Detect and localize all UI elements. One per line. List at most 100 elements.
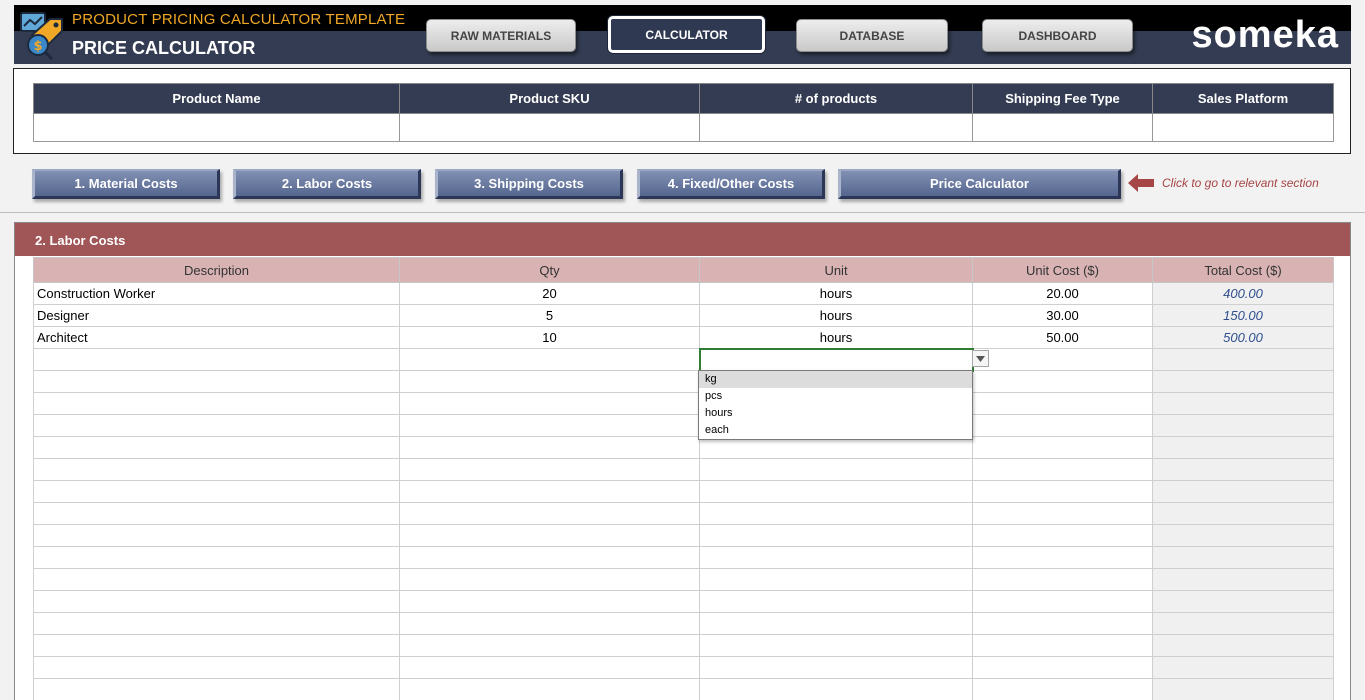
unit-cost-cell[interactable] xyxy=(972,370,1153,393)
total-cost-cell xyxy=(1152,524,1334,547)
unit-cell[interactable] xyxy=(699,502,973,525)
qty-cell[interactable] xyxy=(399,524,700,547)
unit-cost-cell[interactable] xyxy=(972,458,1153,481)
shipping-fee-type-cell[interactable] xyxy=(972,113,1153,142)
fixed-other-costs-button[interactable]: 4. Fixed/Other Costs xyxy=(637,169,825,199)
unit-option-kg[interactable]: kg xyxy=(699,371,972,388)
description-cell[interactable] xyxy=(33,634,400,657)
unit-cell[interactable] xyxy=(699,458,973,481)
description-cell[interactable] xyxy=(33,392,400,415)
table-row xyxy=(33,347,1334,372)
qty-cell[interactable] xyxy=(399,546,700,569)
unit-cell[interactable] xyxy=(699,634,973,657)
description-cell[interactable] xyxy=(33,612,400,635)
unit-cost-cell[interactable] xyxy=(972,612,1153,635)
unit-cell[interactable] xyxy=(699,480,973,503)
unit-cost-cell[interactable] xyxy=(972,546,1153,569)
description-cell[interactable] xyxy=(33,414,400,437)
unit-cost-cell[interactable]: 20.00 xyxy=(972,282,1153,305)
qty-cell[interactable]: 5 xyxy=(399,304,700,327)
labor-costs-button[interactable]: 2. Labor Costs xyxy=(233,169,421,199)
qty-cell[interactable] xyxy=(399,656,700,679)
unit-option-hours[interactable]: hours xyxy=(699,405,972,422)
unit-cost-cell[interactable]: 50.00 xyxy=(972,326,1153,349)
description-cell[interactable]: Architect xyxy=(33,326,400,349)
unit-cost-cell[interactable] xyxy=(972,524,1153,547)
total-cost-cell xyxy=(1152,546,1334,569)
unit-cell[interactable] xyxy=(699,546,973,569)
nav-database-button[interactable]: DATABASE xyxy=(796,19,948,52)
unit-option-pcs[interactable]: pcs xyxy=(699,388,972,405)
unit-cell[interactable] xyxy=(699,678,973,700)
unit-cost-cell[interactable] xyxy=(972,568,1153,591)
qty-cell[interactable] xyxy=(399,348,700,371)
description-cell[interactable] xyxy=(33,502,400,525)
unit-cost-cell[interactable] xyxy=(972,480,1153,503)
qty-cell[interactable] xyxy=(399,458,700,481)
description-cell[interactable] xyxy=(33,568,400,591)
product-sku-cell[interactable] xyxy=(399,113,700,142)
unit-dropdown-button[interactable] xyxy=(972,350,989,367)
description-cell[interactable] xyxy=(33,590,400,613)
unit-cell[interactable] xyxy=(699,656,973,679)
qty-cell[interactable] xyxy=(399,634,700,657)
price-calculator-button[interactable]: Price Calculator xyxy=(838,169,1121,199)
qty-cell[interactable]: 10 xyxy=(399,326,700,349)
description-cell[interactable] xyxy=(33,458,400,481)
qty-cell[interactable]: 20 xyxy=(399,282,700,305)
unit-option-each[interactable]: each xyxy=(699,422,972,439)
unit-cost-cell[interactable] xyxy=(972,502,1153,525)
sales-platform-cell[interactable] xyxy=(1152,113,1334,142)
description-cell[interactable] xyxy=(33,524,400,547)
qty-cell[interactable] xyxy=(399,392,700,415)
qty-cell[interactable] xyxy=(399,436,700,459)
unit-cost-cell[interactable] xyxy=(972,348,1153,371)
unit-cost-cell[interactable] xyxy=(972,590,1153,613)
description-cell[interactable]: Construction Worker xyxy=(33,282,400,305)
qty-cell[interactable] xyxy=(399,612,700,635)
qty-cell[interactable] xyxy=(399,502,700,525)
description-cell[interactable] xyxy=(33,656,400,679)
description-cell[interactable] xyxy=(33,480,400,503)
qty-cell[interactable] xyxy=(399,678,700,700)
table-row xyxy=(33,480,1334,503)
qty-cell[interactable] xyxy=(399,414,700,437)
unit-cost-cell[interactable] xyxy=(972,414,1153,437)
total-cost-cell xyxy=(1152,568,1334,591)
unit-cell-selected[interactable] xyxy=(698,347,974,372)
nav-raw-materials-button[interactable]: RAW MATERIALS xyxy=(426,19,576,52)
shipping-costs-button[interactable]: 3. Shipping Costs xyxy=(435,169,623,199)
unit-cell[interactable]: hours xyxy=(699,282,973,305)
qty-cell[interactable] xyxy=(399,568,700,591)
unit-cost-cell[interactable] xyxy=(972,634,1153,657)
unit-cost-cell[interactable] xyxy=(972,656,1153,679)
qty-cell[interactable] xyxy=(399,590,700,613)
description-cell[interactable] xyxy=(33,370,400,393)
nav-dashboard-button[interactable]: DASHBOARD xyxy=(982,19,1133,52)
app-subtitle: PRODUCT PRICING CALCULATOR TEMPLATE xyxy=(72,11,406,28)
unit-cost-cell[interactable]: 30.00 xyxy=(972,304,1153,327)
unit-cell[interactable] xyxy=(699,568,973,591)
description-cell[interactable]: Designer xyxy=(33,304,400,327)
material-costs-button[interactable]: 1. Material Costs xyxy=(32,169,220,199)
qty-cell[interactable] xyxy=(399,480,700,503)
description-cell[interactable] xyxy=(33,436,400,459)
arrow-left-icon xyxy=(1128,174,1154,192)
nav-calculator-button[interactable]: CALCULATOR xyxy=(608,16,765,53)
product-name-cell[interactable] xyxy=(33,113,400,142)
table-row xyxy=(33,634,1334,657)
unit-cost-cell[interactable] xyxy=(972,392,1153,415)
qty-cell[interactable] xyxy=(399,370,700,393)
labor-costs-table: Description Qty Unit Unit Cost ($) Total… xyxy=(33,257,1334,700)
unit-cell[interactable] xyxy=(699,524,973,547)
description-cell[interactable] xyxy=(33,348,400,371)
unit-cell[interactable] xyxy=(699,612,973,635)
unit-cell[interactable]: hours xyxy=(699,326,973,349)
unit-cost-cell[interactable] xyxy=(972,678,1153,700)
number-of-products-cell[interactable] xyxy=(699,113,973,142)
description-cell[interactable] xyxy=(33,546,400,569)
unit-cell[interactable]: hours xyxy=(699,304,973,327)
unit-cost-cell[interactable] xyxy=(972,436,1153,459)
description-cell[interactable] xyxy=(33,678,400,700)
unit-cell[interactable] xyxy=(699,590,973,613)
